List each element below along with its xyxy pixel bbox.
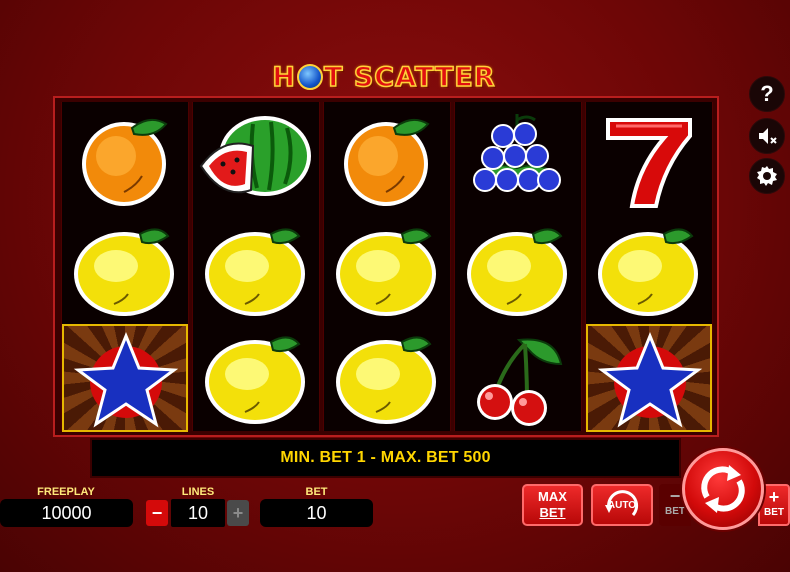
bet-value: 10 <box>260 499 373 527</box>
bet-label: BET <box>305 486 328 498</box>
reel-3 <box>323 102 451 431</box>
spin-button[interactable] <box>682 448 764 530</box>
reel-2 <box>192 102 320 431</box>
bet-limits-text: MIN. BET 1 - MAX. BET 500 <box>280 449 491 466</box>
reel-1 <box>61 102 189 432</box>
game-logo: H T SCATTER <box>262 58 506 96</box>
freeplay-value: 10000 <box>0 499 133 527</box>
seven-icon <box>586 106 712 214</box>
reel-5 <box>585 102 713 432</box>
star-scatter-icon <box>586 324 712 432</box>
lemon-icon <box>324 324 450 432</box>
watermelon-icon <box>193 106 319 214</box>
lemon-icon <box>193 324 319 432</box>
auto-label: AUTO <box>607 499 637 511</box>
star-scatter-icon <box>62 324 188 432</box>
grapes-icon <box>455 106 581 214</box>
lemon-icon <box>586 216 712 324</box>
lemon-icon <box>455 216 581 324</box>
plus-icon: + <box>232 502 244 523</box>
globe-icon <box>297 64 324 90</box>
lemon-icon <box>62 216 188 324</box>
sound-muted-icon <box>759 128 777 144</box>
help-button[interactable]: ? <box>749 76 785 112</box>
lemon-icon <box>193 216 319 324</box>
cherries-icon <box>455 324 581 432</box>
plus-icon: + <box>768 487 780 507</box>
orange-icon <box>62 106 188 214</box>
lemon-icon <box>324 216 450 324</box>
bet-plus-label: BET <box>764 507 784 518</box>
lines-label: LINES <box>181 486 215 498</box>
lines-value: 10 <box>171 499 225 527</box>
reel-frame <box>53 96 719 437</box>
logo-text-h: H <box>272 61 297 94</box>
max-bet-button[interactable]: MAX BET <box>522 484 583 526</box>
sound-button[interactable] <box>749 118 785 154</box>
logo-text-rest: T SCATTER <box>323 61 496 94</box>
auto-spin-button[interactable]: AUTO <box>591 484 653 526</box>
max-bet-line2: BET <box>539 505 566 520</box>
orange-icon <box>324 106 450 214</box>
bet-limits-bar: MIN. BET 1 - MAX. BET 500 <box>90 438 681 478</box>
settings-button[interactable] <box>749 158 785 194</box>
freeplay-label: FREEPLAY <box>37 486 95 498</box>
reel-4 <box>454 102 582 431</box>
max-bet-line1: MAX <box>538 489 567 504</box>
lines-plus-button[interactable]: + <box>227 500 249 526</box>
gear-icon <box>757 166 777 186</box>
spin-arrows-icon <box>701 465 745 513</box>
question-icon: ? <box>760 81 774 106</box>
minus-icon: − <box>151 502 163 523</box>
lines-minus-button[interactable]: − <box>146 500 168 526</box>
